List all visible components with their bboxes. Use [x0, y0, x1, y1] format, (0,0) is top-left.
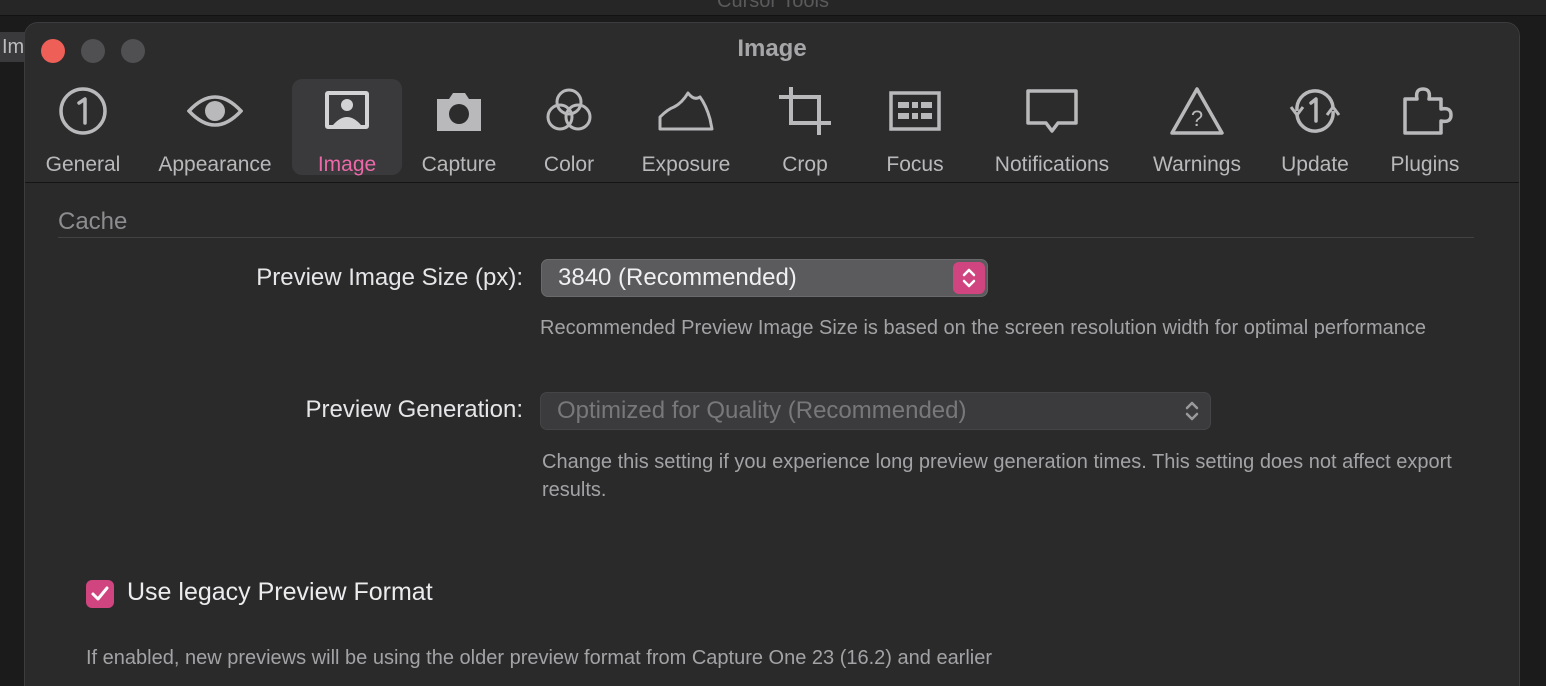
tab-label: Exposure: [641, 153, 731, 176]
checkmark-icon: [91, 586, 109, 601]
legacy-format-help: If enabled, new previews will be using t…: [86, 647, 993, 669]
camera-icon: [429, 85, 489, 137]
warning-triangle-icon: ?: [1167, 85, 1227, 137]
legacy-format-checkbox[interactable]: [86, 580, 114, 608]
chevron-up-down-icon: [953, 262, 985, 294]
tab-capture[interactable]: Capture: [409, 79, 509, 176]
preview-generation-label: Preview Generation:: [305, 396, 523, 423]
preferences-window: Image General Appearance Image Capture C…: [24, 22, 1520, 686]
eye-icon: [185, 85, 245, 137]
general-icon: [53, 85, 113, 137]
tab-label: Warnings: [1153, 153, 1241, 176]
preview-size-label: Preview Image Size (px):: [256, 264, 523, 291]
tab-warnings[interactable]: ? Warnings: [1143, 79, 1251, 176]
preview-size-help: Recommended Preview Image Size is based …: [540, 317, 1426, 339]
tab-label: Notifications: [994, 153, 1110, 176]
histogram-icon: [656, 85, 716, 137]
tab-color[interactable]: Color: [523, 79, 615, 176]
preview-size-value: 3840 (Recommended): [558, 264, 797, 291]
tab-focus[interactable]: Focus: [873, 79, 957, 176]
tab-update[interactable]: Update: [1271, 79, 1359, 176]
background-window-title: Cursor Tools: [717, 0, 829, 12]
background-tab[interactable]: Im: [0, 32, 26, 62]
tab-label: Color: [543, 153, 595, 176]
section-divider: [58, 237, 1474, 238]
puzzle-icon: [1395, 85, 1455, 137]
crop-icon: [775, 85, 835, 137]
tab-label: Appearance: [158, 153, 272, 176]
tab-general[interactable]: General: [35, 79, 131, 176]
tab-label: Plugins: [1390, 153, 1460, 176]
tab-label: Update: [1281, 153, 1349, 176]
focus-grid-icon: [885, 85, 945, 137]
section-title: Cache: [58, 208, 128, 235]
preview-generation-popup[interactable]: Optimized for Quality (Recommended): [540, 392, 1211, 430]
tab-label: Focus: [886, 153, 944, 176]
tab-label: General: [45, 153, 121, 176]
tab-notifications[interactable]: Notifications: [979, 79, 1125, 176]
tab-label: Image: [317, 153, 377, 176]
preview-generation-help: Change this setting if you experience lo…: [542, 451, 1452, 501]
tab-label: Crop: [782, 153, 828, 176]
preferences-toolbar: Image General Appearance Image Capture C…: [25, 23, 1519, 183]
preview-size-popup[interactable]: 3840 (Recommended): [541, 259, 988, 297]
update-icon: [1285, 85, 1345, 137]
tab-image[interactable]: Image: [292, 79, 402, 176]
window-title: Image: [737, 35, 807, 62]
speech-bubble-icon: [1022, 85, 1082, 137]
tab-plugins[interactable]: Plugins: [1383, 79, 1467, 176]
svg-text:?: ?: [1191, 106, 1203, 131]
tab-crop[interactable]: Crop: [765, 79, 845, 176]
legacy-format-label[interactable]: Use legacy Preview Format: [127, 578, 433, 607]
image-icon: [317, 85, 377, 137]
tab-appearance[interactable]: Appearance: [149, 79, 281, 176]
tab-label: Capture: [421, 153, 497, 176]
tab-exposure[interactable]: Exposure: [631, 79, 741, 176]
chevron-up-down-icon: [1176, 395, 1208, 427]
cache-pane: Cache Preview Image Size (px): 3840 (Rec…: [25, 184, 1519, 686]
preview-generation-value: Optimized for Quality (Recommended): [557, 397, 967, 424]
color-circles-icon: [539, 85, 599, 137]
